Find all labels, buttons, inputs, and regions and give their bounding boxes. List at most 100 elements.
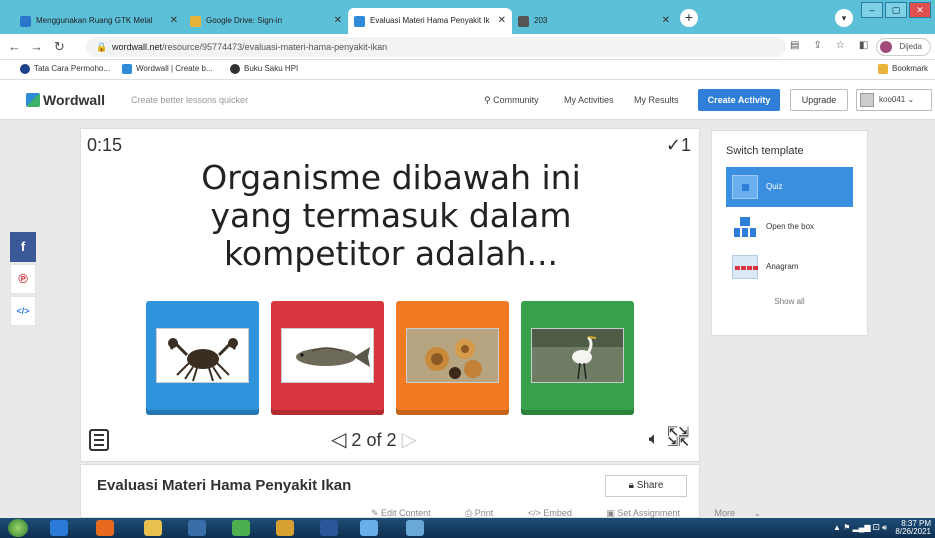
start-button[interactable]: [8, 519, 28, 537]
more-link[interactable]: More ⌄: [714, 508, 761, 518]
browser-tab-1[interactable]: Menggunakan Ruang GTK Melal ✕: [14, 8, 184, 34]
page-navigator: ◁ 2 of 2 ▷: [331, 427, 417, 452]
nav-community[interactable]: ⚲ Community: [484, 95, 539, 106]
media-player-icon[interactable]: [188, 520, 206, 536]
embed-link[interactable]: </> Embed: [528, 508, 588, 518]
answer-option-snails[interactable]: [396, 301, 509, 415]
other-bookmarks[interactable]: Bookmark: [878, 64, 929, 74]
next-page-icon[interactable]: ▷: [402, 427, 417, 452]
tab-close-icon[interactable]: ✕: [170, 8, 178, 34]
profile-label: Dijeda: [899, 42, 922, 51]
site-header: Wordwall Create better lessons quicker ⚲…: [0, 80, 935, 120]
chevron-down-icon: ⌄: [907, 95, 915, 104]
internet-explorer-icon[interactable]: [50, 520, 68, 536]
share-page-icon[interactable]: ⇪: [813, 40, 821, 51]
embed-code-icon[interactable]: </>: [10, 296, 36, 326]
clock[interactable]: 8:37 PM 8/26/2021: [895, 520, 931, 536]
game-player: 0:15 ✓1 Organisme dibawah ini yang terma…: [80, 128, 700, 462]
file-explorer-icon[interactable]: [144, 520, 162, 536]
link-label: More: [714, 508, 735, 518]
browser-tab-2[interactable]: Google Drive: Sign-in ✕: [184, 8, 348, 34]
back-arrow-icon[interactable]: ←: [8, 39, 21, 54]
window-controls: – ▢ ✕: [861, 2, 931, 18]
logo-text: Wordwall: [43, 92, 105, 108]
previous-page-icon[interactable]: ◁: [331, 427, 346, 452]
globe-icon: [518, 16, 529, 27]
wordwall-favicon-icon: [354, 16, 365, 27]
print-link[interactable]: ⎙ Print: [465, 508, 509, 518]
pinterest-icon[interactable]: ℗: [10, 264, 36, 294]
bookmark-item-3[interactable]: Buku Saku HPI: [230, 64, 299, 74]
nav-my-results[interactable]: My Results: [634, 95, 679, 105]
maximize-button[interactable]: ▢: [885, 2, 907, 18]
nav-my-activities[interactable]: My Activities: [564, 95, 614, 105]
address-actions: ▤ ⇪ ☆ ◧: [790, 40, 868, 51]
tab-search-chevron-icon[interactable]: ▾: [835, 9, 853, 27]
new-tab-button[interactable]: +: [680, 9, 698, 27]
tab-close-icon[interactable]: ✕: [662, 8, 670, 34]
url-input[interactable]: 🔒 wordwall.net/resource/95774473/evaluas…: [86, 37, 786, 57]
folder-app-icon[interactable]: [276, 520, 294, 536]
search-icon: ⚲: [484, 95, 491, 105]
forward-arrow-icon[interactable]: →: [30, 39, 43, 54]
bookmarks-bar: Tata Cara Permoho... Wordwall | Create b…: [0, 60, 935, 80]
fullscreen-icon[interactable]: ⇱⇲ ⇲⇱: [667, 425, 689, 448]
template-quiz[interactable]: Quiz: [726, 167, 853, 207]
page-total: 2: [386, 430, 397, 450]
panel-title: Switch template: [726, 145, 804, 157]
share-label: Share: [636, 480, 664, 491]
chrome-active-icon[interactable]: [360, 520, 378, 536]
browser-tab-4[interactable]: 203 ✕: [512, 8, 676, 34]
link-label: Embed: [543, 508, 572, 518]
user-label: koo041: [879, 95, 906, 104]
tab-close-icon[interactable]: ✕: [334, 8, 342, 34]
bookmark-label: Bookmark: [892, 64, 929, 73]
flag-icon[interactable]: ▲ ⚑ ▂▄▆ ⚀ 🔊︎: [833, 523, 887, 532]
answer-option-fish[interactable]: [271, 301, 384, 415]
tab-label: Menggunakan Ruang GTK Melal: [36, 16, 153, 25]
os-taskbar: ▲ ⚑ ▂▄▆ ⚀ 🔊︎ 8:37 PM 8/26/2021: [0, 518, 935, 538]
template-anagram[interactable]: Anagram: [726, 247, 853, 287]
user-menu-button[interactable]: koo041 ⌄: [856, 89, 932, 111]
reload-icon[interactable]: ↻: [54, 39, 65, 55]
open-the-box-icon: [732, 215, 758, 239]
system-tray: ▲ ⚑ ▂▄▆ ⚀ 🔊︎: [833, 523, 887, 533]
create-activity-button[interactable]: Create Activity: [698, 89, 780, 111]
template-label: Open the box: [766, 222, 815, 231]
bookmark-label: Buku Saku HPI: [244, 64, 299, 73]
globe-icon: [230, 64, 240, 74]
translate-icon[interactable]: ▤: [790, 40, 799, 51]
browser-tab-3-active[interactable]: Evaluasi Materi Hama Penyakit Ik ✕: [348, 8, 512, 34]
template-open-the-box[interactable]: Open the box: [726, 207, 853, 247]
lock-icon: 🔒: [96, 42, 108, 52]
answer-option-egret[interactable]: [521, 301, 634, 415]
upgrade-button[interactable]: Upgrade: [790, 89, 848, 111]
bookmark-item-1[interactable]: Tata Cara Permoho...: [20, 64, 110, 74]
activity-info: Evaluasi Materi Hama Penyakit Ikan 🔒︎ Sh…: [80, 464, 761, 518]
bookmark-item-2[interactable]: Wordwall | Create b...: [122, 64, 213, 74]
share-button[interactable]: 🔒︎ Share: [605, 475, 687, 497]
quiz-template-icon: [732, 175, 758, 199]
egret-image: [531, 328, 624, 383]
bookmark-star-icon[interactable]: ☆: [836, 40, 845, 51]
edit-content-link[interactable]: ✎ Edit Content: [371, 508, 447, 518]
profile-button[interactable]: Dijeda: [876, 38, 931, 56]
minimize-button[interactable]: –: [861, 2, 883, 18]
facebook-icon[interactable]: f: [10, 232, 36, 262]
speaker-icon[interactable]: 🔈︎: [649, 429, 659, 449]
show-all-link[interactable]: Show all: [712, 297, 867, 306]
word-icon[interactable]: [320, 520, 338, 536]
set-assignment-link[interactable]: ▣ Set Assignment: [606, 508, 696, 518]
close-window-button[interactable]: ✕: [909, 2, 931, 18]
firefox-icon[interactable]: [96, 520, 114, 536]
tab-close-icon[interactable]: ✕: [498, 8, 506, 34]
answer-option-crab[interactable]: [146, 301, 259, 415]
menu-icon[interactable]: [89, 429, 109, 451]
sidebar-icon[interactable]: ◧: [859, 40, 868, 51]
wordwall-logo[interactable]: Wordwall: [26, 92, 105, 108]
link-label: Set Assignment: [617, 508, 680, 518]
tab-label: 203: [534, 16, 548, 25]
chrome-icon[interactable]: [232, 520, 250, 536]
template-label: Anagram: [766, 262, 799, 271]
app-icon[interactable]: [406, 520, 424, 536]
